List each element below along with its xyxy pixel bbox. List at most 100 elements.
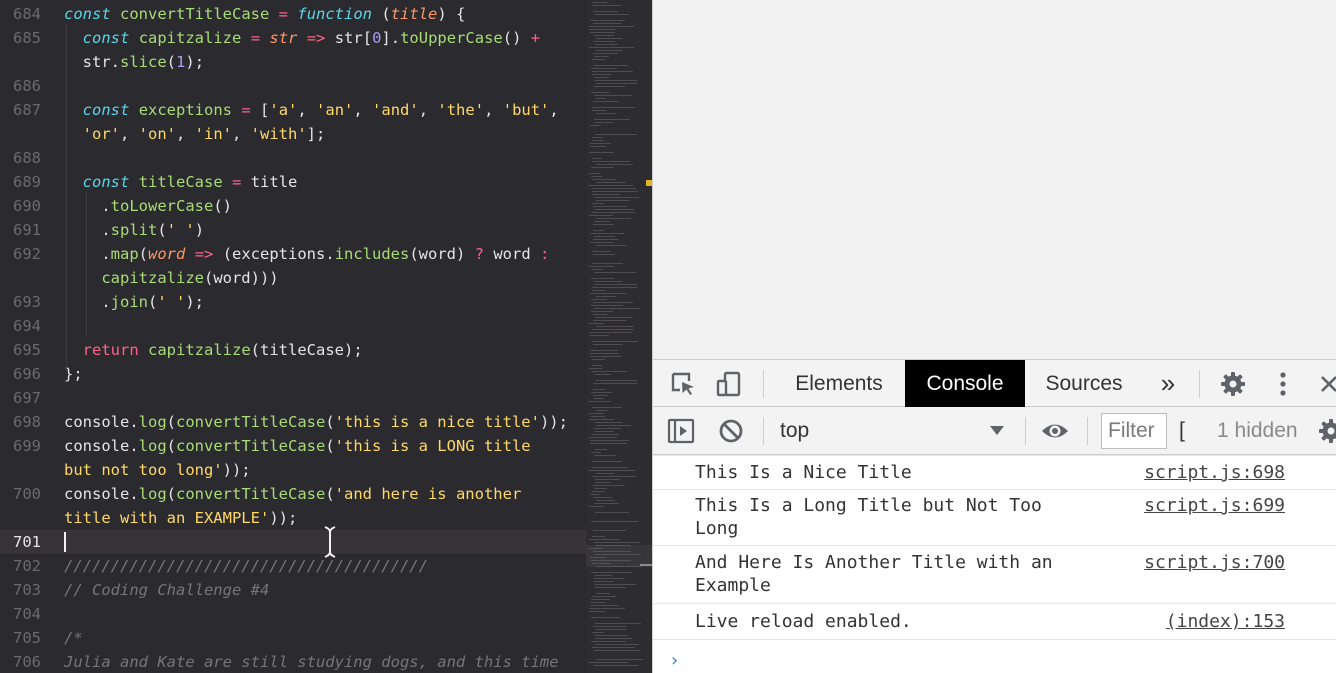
code-line[interactable]: 695 return capitzalize(titleCase); bbox=[0, 338, 586, 362]
minimap-line bbox=[591, 305, 623, 306]
minimap-line bbox=[594, 665, 638, 666]
current-code-line[interactable]: 701 bbox=[0, 530, 586, 554]
eye-icon[interactable] bbox=[1041, 417, 1069, 445]
console-settings-gear-icon[interactable] bbox=[1317, 417, 1336, 445]
line-number: 691 bbox=[13, 221, 41, 239]
minimap-line bbox=[591, 572, 632, 573]
minimap-line bbox=[592, 434, 619, 435]
console-source-link[interactable]: script.js:698 bbox=[1144, 461, 1285, 484]
minimap-line bbox=[592, 563, 611, 564]
device-toggle-icon[interactable] bbox=[715, 370, 743, 398]
minimap-line bbox=[591, 452, 601, 453]
minimap-line bbox=[592, 188, 636, 189]
minimap-line bbox=[592, 71, 633, 72]
hidden-count[interactable]: 1 hidden bbox=[1217, 407, 1298, 454]
code-line[interactable]: 'or', 'on', 'in', 'with']; bbox=[0, 122, 586, 146]
minimap-line bbox=[592, 467, 628, 468]
minimap-line bbox=[591, 92, 609, 93]
code-line[interactable]: 700 console.log(convertTitleCase('and her… bbox=[0, 482, 586, 506]
console-source-link[interactable]: script.js:700 bbox=[1144, 551, 1285, 574]
minimap-line bbox=[593, 230, 604, 231]
dropdown-caret-icon[interactable] bbox=[987, 421, 1007, 441]
code-line[interactable]: 692 .map(word => (exceptions.includes(wo… bbox=[0, 242, 586, 266]
more-tabs-button[interactable]: » bbox=[1149, 360, 1187, 407]
toolbar-separator bbox=[1087, 417, 1088, 445]
minimap-line bbox=[595, 482, 611, 483]
log-levels-dropdown[interactable]: [ bbox=[1179, 407, 1185, 454]
minimap-line bbox=[591, 599, 610, 600]
code-line[interactable]: 690 .toLowerCase() bbox=[0, 194, 586, 218]
settings-gear-icon[interactable] bbox=[1219, 370, 1247, 398]
tab-console[interactable]: Console bbox=[905, 360, 1025, 407]
minimap-line bbox=[592, 158, 602, 159]
code-text: const convertTitleCase = function (title… bbox=[64, 5, 466, 23]
console-message: Live reload enabled. (index):153 bbox=[653, 604, 1336, 640]
console-source-link[interactable]: (index):153 bbox=[1166, 610, 1285, 633]
code-line[interactable]: 694 bbox=[0, 314, 586, 338]
code-editor[interactable]: 684 const convertTitleCase = function (ti… bbox=[0, 0, 652, 673]
minimap-line bbox=[594, 77, 609, 78]
minimap-line bbox=[595, 134, 637, 135]
minimap-line bbox=[594, 635, 628, 636]
code-line[interactable]: 703 // Coding Challenge #4 bbox=[0, 578, 586, 602]
minimap-line bbox=[594, 284, 637, 285]
close-icon[interactable] bbox=[1315, 370, 1336, 398]
tab-sources[interactable]: Sources bbox=[1031, 360, 1137, 407]
code-line[interactable]: but not too long')); bbox=[0, 458, 586, 482]
minimap-line bbox=[592, 491, 605, 492]
line-number: 690 bbox=[13, 197, 41, 215]
minimap-line bbox=[593, 53, 618, 54]
code-line[interactable]: 702 /////////////////////////////////////… bbox=[0, 554, 586, 578]
code-line[interactable]: 704 bbox=[0, 602, 586, 626]
minimap-line bbox=[590, 293, 627, 294]
minimap-line bbox=[596, 500, 615, 501]
minimap[interactable] bbox=[586, 0, 652, 673]
context-selector[interactable]: top bbox=[780, 407, 809, 454]
minimap-line bbox=[596, 113, 616, 114]
console-message-text: This Is a Nice Title bbox=[695, 462, 912, 483]
code-line[interactable]: 698 console.log(convertTitleCase('this is… bbox=[0, 410, 586, 434]
minimap-line bbox=[596, 425, 631, 426]
code-line[interactable]: 684 const convertTitleCase = function (ti… bbox=[0, 2, 586, 26]
code-line[interactable]: 699 console.log(convertTitleCase('this is… bbox=[0, 434, 586, 458]
code-line[interactable]: 706 Julia and Kate are still studying dog… bbox=[0, 650, 586, 673]
console-message: And Here Is Another Title with an Exampl… bbox=[653, 546, 1336, 604]
code-line[interactable]: 691 .split(' ') bbox=[0, 218, 586, 242]
code-text: console.log(convertTitleCase('and here i… bbox=[64, 485, 522, 503]
code-line[interactable]: 697 bbox=[0, 386, 586, 410]
sidebar-toggle-icon[interactable] bbox=[667, 417, 695, 445]
minimap-line bbox=[595, 584, 636, 585]
inspect-icon[interactable] bbox=[669, 370, 697, 398]
clear-console-icon[interactable] bbox=[717, 417, 745, 445]
minimap-line bbox=[595, 554, 641, 555]
code-line[interactable]: title with an EXAMPLE')); bbox=[0, 506, 586, 530]
console-output[interactable]: This Is a Nice Title script.js:698 This … bbox=[653, 455, 1336, 673]
console-message: This Is a Long Title but Not Too Long sc… bbox=[653, 490, 1336, 546]
filter-input[interactable]: Filter bbox=[1101, 413, 1167, 449]
minimap-line bbox=[596, 38, 622, 39]
minimap-line bbox=[594, 455, 616, 456]
code-line[interactable]: str.slice(1); bbox=[0, 50, 586, 74]
code-line[interactable]: 705 /* bbox=[0, 626, 586, 650]
tab-elements[interactable]: Elements bbox=[778, 360, 900, 407]
code-line[interactable]: 693 .join(' '); bbox=[0, 290, 586, 314]
minimap-line bbox=[590, 20, 625, 21]
minimap-line bbox=[592, 140, 604, 141]
line-number: 694 bbox=[13, 317, 41, 335]
line-number: 701 bbox=[13, 533, 41, 551]
code-text: const titleCase = title bbox=[82, 173, 298, 191]
code-text: /* bbox=[64, 629, 83, 647]
code-line[interactable]: capitzalize(word))) bbox=[0, 266, 586, 290]
console-prompt-icon[interactable]: › bbox=[669, 650, 680, 671]
code-line[interactable]: 685 const capitzalize = str => str[0].to… bbox=[0, 26, 586, 50]
console-source-link[interactable]: script.js:699 bbox=[1144, 494, 1285, 517]
code-line[interactable]: 688 bbox=[0, 146, 586, 170]
minimap-line bbox=[592, 251, 611, 252]
code-line[interactable]: 687 const exceptions = ['a', 'an', 'and'… bbox=[0, 98, 586, 122]
minimap-line bbox=[590, 146, 606, 147]
code-line[interactable]: 689 const titleCase = title bbox=[0, 170, 586, 194]
kebab-menu-icon[interactable] bbox=[1269, 370, 1297, 398]
code-line[interactable]: 696}; bbox=[0, 362, 586, 386]
code-line[interactable]: 686 bbox=[0, 74, 586, 98]
pane-divider[interactable] bbox=[640, 564, 652, 566]
